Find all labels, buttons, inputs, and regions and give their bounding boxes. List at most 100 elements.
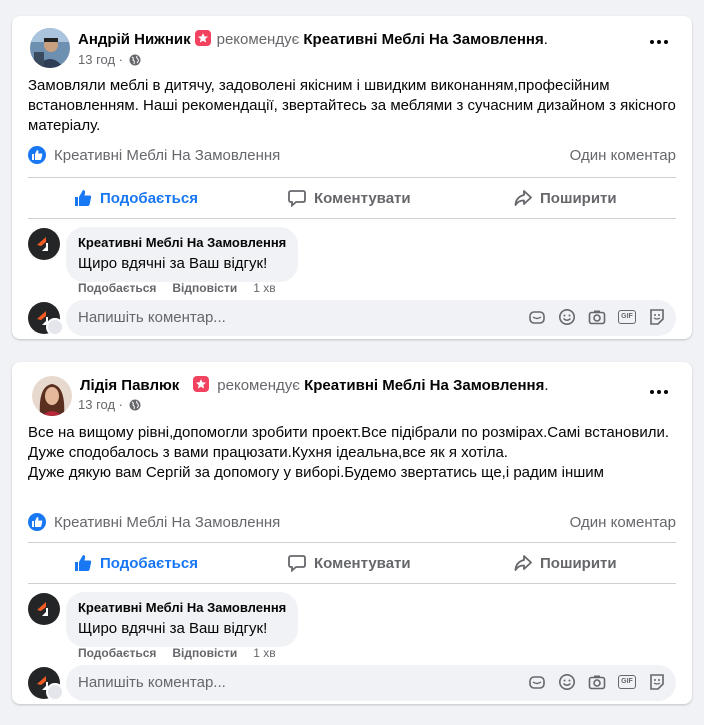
reply-reply-link[interactable]: Відповісти	[172, 646, 237, 660]
post-text: Замовляли меблі в дитячу, задоволені які…	[28, 76, 676, 136]
share-arrow-icon	[514, 190, 532, 206]
reply-actions: Подобається Відповісти 1 хв	[78, 281, 276, 295]
avatar-sticker-icon[interactable]	[648, 673, 666, 691]
like-button[interactable]: Подобається	[74, 544, 198, 582]
page-name[interactable]: Креативні Меблі На Замовлення	[303, 31, 543, 48]
brand-avatar[interactable]	[28, 228, 60, 260]
more-options-icon[interactable]	[650, 38, 670, 46]
author-avatar[interactable]	[30, 28, 70, 68]
divider	[28, 177, 676, 178]
post-time[interactable]: 13 год	[78, 52, 115, 67]
brand-logo-icon	[37, 237, 48, 251]
comment-placeholder: Напишіть коментар...	[78, 674, 226, 691]
globe-icon	[129, 399, 141, 411]
reply-text: Щиро вдячні за Ваш відгук!	[78, 620, 268, 637]
camera-icon[interactable]	[588, 308, 606, 326]
comment-button[interactable]: Коментувати	[288, 179, 411, 217]
post-card: Лідія Павлюк рекомендує Креативні Меблі Н…	[12, 362, 692, 704]
sticker-icon[interactable]	[528, 308, 546, 326]
like-reaction-icon[interactable]	[28, 146, 46, 164]
like-reaction-icon[interactable]	[28, 513, 46, 531]
comment-label: Коментувати	[314, 554, 411, 572]
like-button[interactable]: Подобається	[74, 179, 198, 217]
chevron-down-icon[interactable]	[46, 318, 64, 336]
thumbs-up-icon	[75, 190, 92, 206]
recommend-star-icon	[194, 30, 211, 46]
post-text-paragraph: Замовляли меблі в дитячу, задоволені які…	[28, 77, 676, 134]
reply-time[interactable]: 1 хв	[253, 281, 275, 295]
action-bar: Подобається Коментувати Поширити	[28, 544, 676, 582]
share-arrow-icon	[514, 555, 532, 571]
comment-label: Коментувати	[314, 189, 411, 207]
recommend-verb: рекомендує	[217, 377, 300, 394]
divider	[28, 218, 676, 219]
emoji-icon[interactable]	[558, 673, 576, 691]
comment-placeholder: Напишіть коментар...	[78, 309, 226, 326]
reactions-summary: Креативні Меблі На Замовлення Один комен…	[28, 146, 676, 166]
reply-author[interactable]: Креативні Меблі На Замовлення	[78, 235, 286, 251]
share-button[interactable]: Поширити	[514, 544, 617, 582]
comment-icon	[288, 555, 306, 572]
gif-icon[interactable]: GIF	[618, 308, 636, 326]
post-time[interactable]: 13 год	[78, 397, 115, 412]
headline-period: .	[544, 377, 549, 394]
comment-input[interactable]: Напишіть коментар... GIF	[66, 300, 676, 336]
sticker-icon[interactable]	[528, 673, 546, 691]
more-options-icon[interactable]	[650, 388, 670, 396]
author-name[interactable]: Лідія Павлюк	[80, 377, 179, 394]
comments-count[interactable]: Один коментар	[570, 514, 676, 531]
headline-period: .	[543, 31, 548, 48]
reply-text: Щиро вдячні за Ваш відгук!	[78, 255, 268, 272]
brand-avatar[interactable]	[28, 593, 60, 625]
reply-like-link[interactable]: Подобається	[78, 646, 156, 660]
post-header: Лідія Павлюк рекомендує Креативні Меблі Н…	[12, 362, 692, 422]
page-name[interactable]: Креативні Меблі На Замовлення	[304, 377, 544, 394]
gif-icon[interactable]: GIF	[618, 673, 636, 691]
reply-actions: Подобається Відповісти 1 хв	[78, 646, 276, 660]
divider	[28, 583, 676, 584]
avatar-sticker-icon[interactable]	[648, 308, 666, 326]
chevron-down-icon[interactable]	[46, 683, 64, 701]
post-meta: 13 год ·	[78, 397, 141, 412]
post-text: Все на вищому рівні,допомогли зробити пр…	[28, 423, 676, 483]
brand-logo-icon	[37, 602, 48, 616]
reactors-name[interactable]: Креативні Меблі На Замовлення	[54, 147, 280, 164]
meta-separator: ·	[115, 397, 127, 412]
action-bar: Подобається Коментувати Поширити	[28, 179, 676, 217]
post-headline: Лідія Павлюк рекомендує Креативні Меблі Н…	[80, 376, 549, 394]
recommend-verb: рекомендує	[216, 31, 300, 48]
comment-input[interactable]: Напишіть коментар... GIF	[66, 665, 676, 701]
reply-like-link[interactable]: Подобається	[78, 281, 156, 295]
share-label: Поширити	[540, 554, 617, 572]
globe-icon	[129, 54, 141, 66]
commenter-avatar[interactable]	[28, 667, 64, 701]
post-header: Андрій Нижник рекомендує Креативні Меблі …	[12, 16, 692, 76]
comment-button[interactable]: Коментувати	[288, 544, 411, 582]
reply-author[interactable]: Креативні Меблі На Замовлення	[78, 600, 286, 616]
commenter-avatar[interactable]	[28, 302, 64, 336]
camera-icon[interactable]	[588, 673, 606, 691]
emoji-icon[interactable]	[558, 308, 576, 326]
share-button[interactable]: Поширити	[514, 179, 617, 217]
divider	[28, 542, 676, 543]
reply-reply-link[interactable]: Відповісти	[172, 281, 237, 295]
comments-count[interactable]: Один коментар	[570, 147, 676, 164]
reactors-name[interactable]: Креативні Меблі На Замовлення	[54, 514, 280, 531]
thumbs-up-icon	[75, 555, 92, 571]
like-label: Подобається	[100, 554, 198, 572]
reply-bubble: Креативні Меблі На Замовлення Щиро вдячн…	[66, 592, 299, 647]
author-avatar[interactable]	[32, 376, 72, 416]
input-tools: GIF	[528, 308, 666, 326]
recommend-star-icon	[193, 376, 210, 392]
post-meta: 13 год ·	[78, 52, 141, 67]
reactions-summary: Креативні Меблі На Замовлення Один комен…	[28, 513, 676, 533]
share-label: Поширити	[540, 189, 617, 207]
input-tools: GIF	[528, 673, 666, 691]
author-name[interactable]: Андрій Нижник	[78, 31, 191, 48]
meta-separator: ·	[115, 52, 127, 67]
post-headline: Андрій Нижник рекомендує Креативні Меблі …	[78, 30, 548, 48]
post-text-paragraph: Все на вищому рівні,допомогли зробити пр…	[28, 424, 670, 441]
post-text-paragraph: Дуже сподобалось з вами працюзати.Кухня …	[28, 444, 508, 461]
reply-time[interactable]: 1 хв	[253, 646, 275, 660]
post-text-paragraph: Дуже дякую вам Сергій за допомогу у вибо…	[28, 464, 604, 481]
